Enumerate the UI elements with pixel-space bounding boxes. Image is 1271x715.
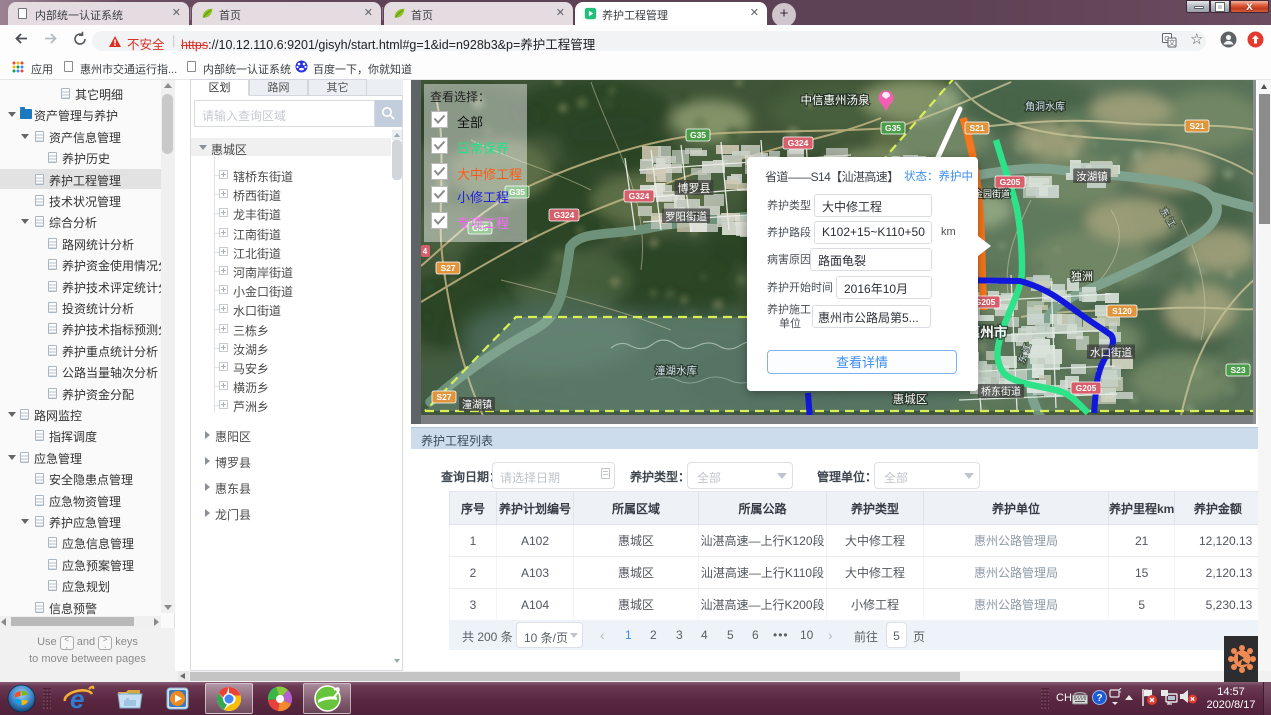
svg-text:罗阳街道: 罗阳街道 <box>665 210 707 223</box>
svg-text:潼湖水库: 潼湖水库 <box>655 364 697 377</box>
svg-text:S27: S27 <box>436 392 451 402</box>
svg-text:G324: G324 <box>554 210 575 220</box>
svg-text:S120: S120 <box>1112 306 1132 316</box>
svg-text:S27: S27 <box>440 263 455 273</box>
svg-text:G324: G324 <box>788 138 809 148</box>
svg-text:G324: G324 <box>629 191 650 201</box>
svg-text:S21: S21 <box>969 123 984 133</box>
svg-text:博罗县: 博罗县 <box>678 182 711 195</box>
svg-text:4: 4 <box>423 247 428 256</box>
svg-text:G35: G35 <box>690 130 706 140</box>
svg-text:G205: G205 <box>1076 383 1097 393</box>
svg-text:独洲: 独洲 <box>1071 270 1093 283</box>
svg-text:?: ? <box>1096 693 1102 704</box>
svg-text:汝湖镇: 汝湖镇 <box>1076 170 1108 183</box>
svg-text:潼湖镇: 潼湖镇 <box>462 398 492 411</box>
svg-text:G35: G35 <box>885 123 901 133</box>
svg-text:S21: S21 <box>1189 121 1204 131</box>
svg-text:角洞水库: 角洞水库 <box>1025 100 1065 113</box>
svg-text:桥东街道: 桥东街道 <box>981 385 1021 398</box>
svg-text:文: 文 <box>1169 38 1176 47</box>
svg-text:G205: G205 <box>1000 177 1021 187</box>
svg-text:水口街道: 水口街道 <box>1090 346 1132 359</box>
svg-text:S23: S23 <box>1230 365 1245 375</box>
svg-text:中信惠州汤泉: 中信惠州汤泉 <box>801 93 870 107</box>
svg-text:e: e <box>70 684 84 713</box>
svg-text:惠城区: 惠城区 <box>893 392 928 406</box>
svg-text:金园街道: 金园街道 <box>974 188 1010 199</box>
